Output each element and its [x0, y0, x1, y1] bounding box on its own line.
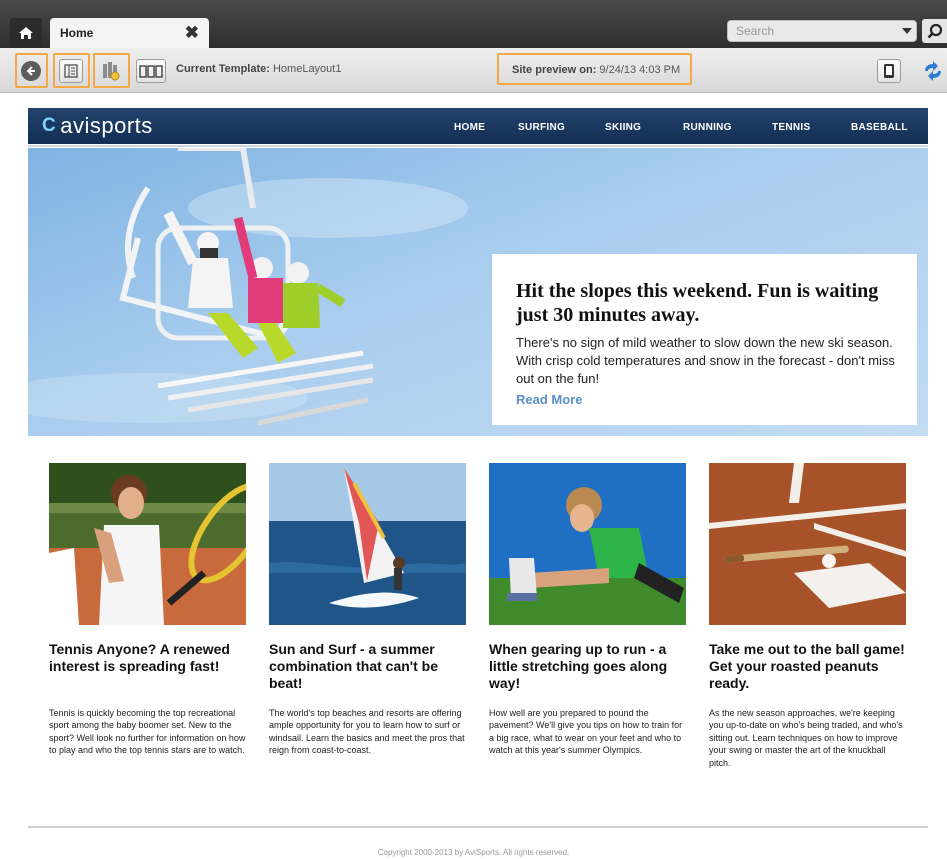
- current-template: Current Template: HomeLayout1: [176, 63, 341, 75]
- layout-icon: [59, 59, 83, 83]
- nav-home[interactable]: HOME: [454, 122, 485, 133]
- current-template-value: HomeLayout1: [272, 63, 342, 75]
- site-preview: Site preview on: 9/24/13 4:03 PM: [497, 53, 692, 85]
- home-icon: [19, 27, 33, 39]
- close-icon[interactable]: ✖: [185, 23, 199, 43]
- nav-baseball[interactable]: BASEBALL: [851, 122, 908, 133]
- baseball-plate-image: [709, 463, 906, 625]
- current-template-label: Current Template:: [176, 63, 270, 75]
- toolbar: Current Template: HomeLayout1 Site previ…: [0, 48, 947, 93]
- tab-home[interactable]: Home ✖: [50, 18, 209, 48]
- edit-slots-button[interactable]: [98, 58, 124, 84]
- article-body: Tennis is quickly becoming the top recre…: [49, 708, 246, 756]
- search-button[interactable]: [922, 19, 947, 43]
- site-preview-label: Site preview on:: [512, 64, 597, 76]
- hero-read-more-link[interactable]: Read More: [516, 392, 582, 407]
- search-input[interactable]: [728, 21, 898, 41]
- footer-copyright: Copyright 2000-2013 by AviSports. All ri…: [377, 848, 570, 857]
- layout-button[interactable]: [58, 58, 84, 84]
- devices-button[interactable]: [135, 58, 167, 84]
- tab-home-label: Home: [60, 26, 94, 40]
- chevron-down-icon[interactable]: [902, 28, 912, 34]
- back-arrow-icon: [21, 61, 41, 81]
- edit-slots-icon: [103, 62, 120, 81]
- ski-lift-image: [28, 148, 468, 426]
- devices-icon: [136, 59, 166, 83]
- article-body: How well are you prepared to pound the p…: [489, 708, 683, 756]
- nav-tennis[interactable]: TENNIS: [772, 122, 810, 133]
- article-body: The world's top beaches and resorts are …: [269, 708, 465, 756]
- home-button[interactable]: [10, 18, 42, 48]
- sync-button[interactable]: [918, 57, 947, 85]
- runner-stretching-image: [489, 463, 686, 625]
- nav-skiing[interactable]: SKIING: [605, 122, 641, 133]
- logo-mark-icon: C: [42, 115, 57, 136]
- sync-icon: [924, 61, 941, 81]
- nav-running[interactable]: RUNNING: [683, 122, 732, 133]
- search-icon: [927, 23, 942, 39]
- article-title[interactable]: Sun and Surf - a summer combination that…: [269, 641, 466, 692]
- tennis-player-image: [49, 463, 246, 625]
- header-divider: [28, 145, 928, 147]
- site-header: C avisports HOME SURFING SKIING RUNNING …: [28, 108, 928, 144]
- hero-banner: Hit the slopes this weekend. Fun is wait…: [28, 148, 928, 436]
- hero-title: Hit the slopes this weekend. Fun is wait…: [516, 280, 879, 326]
- hero-body: There's no sign of mild weather to slow …: [516, 335, 895, 386]
- tab-bar: Home ✖: [0, 0, 947, 48]
- nav-surfing[interactable]: SURFING: [518, 122, 565, 133]
- site-logo[interactable]: C avisports: [42, 113, 153, 139]
- windsurfer-image: [269, 463, 466, 625]
- article-title[interactable]: Tennis Anyone? A renewed interest is spr…: [49, 641, 246, 675]
- footer-divider: [28, 826, 928, 828]
- back-button[interactable]: [19, 59, 43, 83]
- article-body: As the new season approaches, we're keep…: [709, 708, 903, 768]
- mobile-device-icon: [877, 59, 901, 83]
- hero-card: Hit the slopes this weekend. Fun is wait…: [492, 254, 917, 425]
- site-preview-value: 9/24/13 4:03 PM: [599, 64, 681, 76]
- search-box: [727, 20, 917, 42]
- article-title[interactable]: When gearing up to run - a little stretc…: [489, 641, 686, 692]
- mobile-preview-button[interactable]: [875, 57, 903, 85]
- article-title[interactable]: Take me out to the ball game! Get your r…: [709, 641, 906, 692]
- logo-text: avisports: [60, 113, 153, 138]
